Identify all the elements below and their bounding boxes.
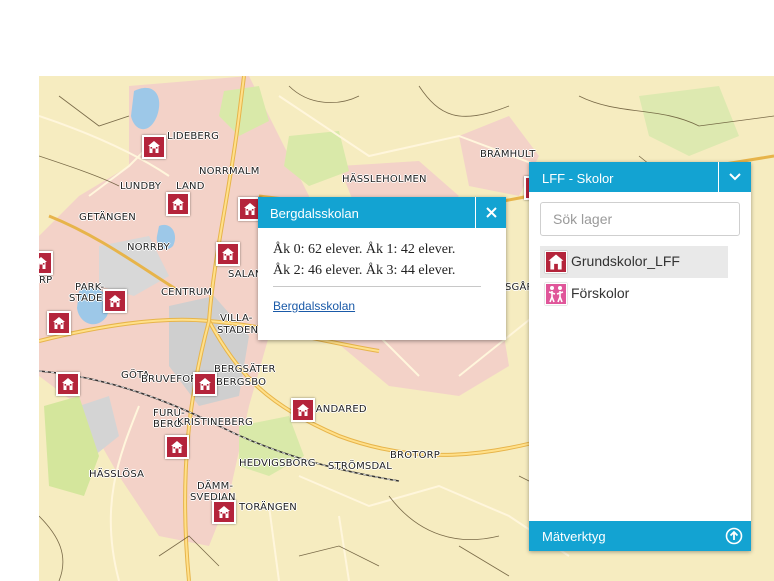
place-label: BROTORP bbox=[390, 450, 441, 461]
popup-line: Åk 0: 62 elever. Åk 1: 42 elever. bbox=[273, 242, 456, 257]
place-label: SANDARED bbox=[309, 404, 367, 415]
measure-tool-bar[interactable]: Mätverktyg bbox=[529, 521, 751, 551]
school-marker[interactable] bbox=[212, 500, 236, 524]
school-marker[interactable] bbox=[56, 372, 80, 396]
layer-search-input[interactable] bbox=[540, 202, 740, 236]
school-building-icon bbox=[548, 254, 564, 270]
school-building-icon bbox=[218, 506, 230, 518]
school-building-icon bbox=[222, 248, 234, 260]
panel-title: LFF - Skolor bbox=[542, 171, 614, 186]
school-marker[interactable] bbox=[291, 398, 315, 422]
place-label: LAND bbox=[176, 181, 205, 192]
popup-line: Åk 2: 46 elever. Åk 3: 44 elever. bbox=[273, 263, 456, 278]
place-label: HÄSSLÖSA bbox=[89, 469, 145, 480]
place-label: HEDVIGSBORG bbox=[239, 458, 316, 469]
school-building-icon bbox=[297, 404, 309, 416]
popup-content: Åk 0: 62 elever. Åk 1: 42 elever. Åk 2: … bbox=[273, 239, 498, 281]
school-building-icon bbox=[62, 378, 74, 390]
place-label: STRÖMSDAL bbox=[328, 461, 392, 472]
place-label: VILLA- bbox=[220, 313, 253, 324]
preschool-children-icon bbox=[548, 286, 564, 303]
collapse-button[interactable] bbox=[718, 162, 751, 192]
measure-tool-label: Mätverktyg bbox=[542, 529, 606, 544]
layer-label: Förskolor bbox=[571, 285, 630, 301]
school-building-icon bbox=[148, 141, 160, 153]
place-label: KRISTINEBERG bbox=[177, 417, 253, 428]
chevron-down-icon bbox=[729, 173, 741, 181]
place-label: NORRMALM bbox=[199, 166, 260, 177]
place-label: RP bbox=[39, 275, 53, 286]
school-marker[interactable] bbox=[47, 311, 71, 335]
school-building-icon bbox=[171, 441, 183, 453]
school-building-icon bbox=[172, 198, 184, 210]
layer-item-forskolor[interactable]: Förskolor bbox=[540, 278, 728, 310]
place-label: BRÄMHULT bbox=[480, 149, 536, 160]
popup-link[interactable]: Bergdalsskolan bbox=[273, 299, 355, 313]
popup-header: Bergdalsskolan bbox=[258, 197, 506, 228]
school-building-icon bbox=[244, 203, 256, 215]
layer-item-grundskolor[interactable]: Grundskolor_LFF bbox=[540, 246, 728, 278]
panel-header[interactable]: LFF - Skolor bbox=[529, 162, 751, 192]
close-icon bbox=[485, 207, 497, 218]
place-label: CENTRUM bbox=[161, 287, 213, 298]
place-label: DÄMM- bbox=[197, 481, 234, 492]
place-label: NORRBY bbox=[127, 242, 170, 253]
layer-label: Grundskolor_LFF bbox=[571, 253, 680, 269]
school-marker[interactable] bbox=[193, 372, 217, 396]
school-marker[interactable] bbox=[166, 192, 190, 216]
school-marker[interactable] bbox=[39, 251, 53, 275]
place-label: HÄSSLEHOLMEN bbox=[342, 174, 427, 185]
place-label: GETÄNGEN bbox=[79, 212, 136, 223]
school-marker[interactable] bbox=[165, 435, 189, 459]
school-building-icon bbox=[109, 295, 121, 307]
place-label: LIDEBERG bbox=[167, 131, 220, 142]
place-label: BRUVEFOR bbox=[141, 374, 198, 385]
school-marker[interactable] bbox=[103, 289, 127, 313]
school-marker[interactable] bbox=[216, 242, 240, 266]
place-label: TORÄNGEN bbox=[239, 502, 297, 513]
school-building-icon bbox=[53, 317, 65, 329]
school-building-icon bbox=[199, 378, 211, 390]
school-building-icon bbox=[39, 257, 47, 269]
place-label: STADEN bbox=[217, 325, 259, 336]
place-label: PARK- bbox=[75, 282, 105, 293]
popup-title: Bergdalsskolan bbox=[270, 206, 359, 221]
feature-popup: Bergdalsskolan Åk 0: 62 elever. Åk 1: 42… bbox=[258, 197, 506, 340]
school-marker[interactable] bbox=[142, 135, 166, 159]
place-label: LUNDBY bbox=[120, 181, 162, 192]
layer-panel: LFF - Skolor Grundskolor_LFF Förskolor M… bbox=[529, 162, 751, 551]
place-label: BERGSBO bbox=[216, 377, 267, 388]
popup-divider bbox=[273, 286, 481, 287]
close-button[interactable] bbox=[475, 197, 506, 228]
arrow-up-circle-icon[interactable] bbox=[725, 527, 743, 545]
place-label: BERGSÄTER bbox=[214, 364, 276, 375]
